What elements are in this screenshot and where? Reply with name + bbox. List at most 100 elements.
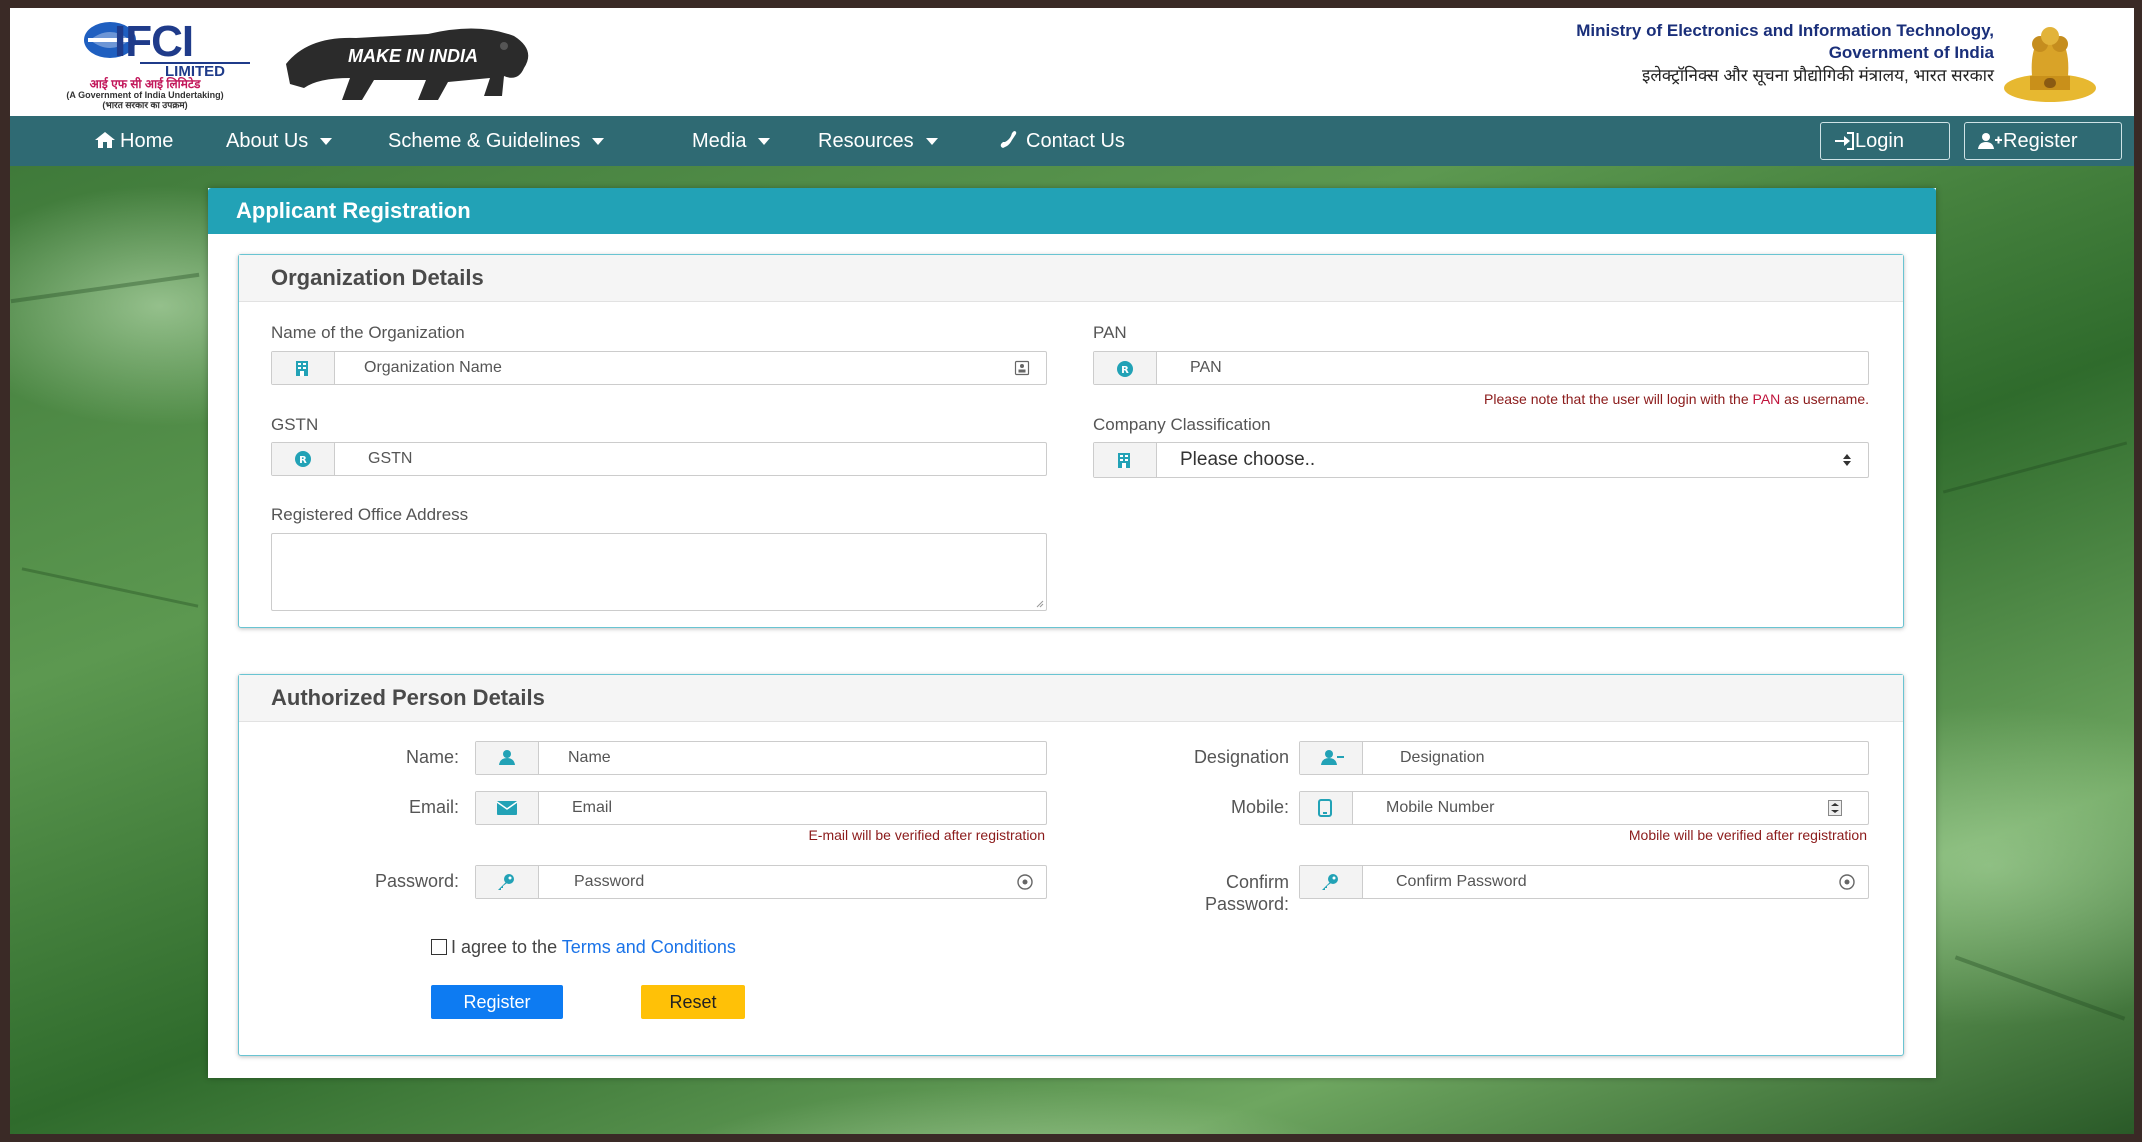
register-nav-label: Register — [2003, 130, 2078, 152]
ifci-hindi-undertaking: (भारत सरकार का उपक्रम) — [102, 100, 188, 110]
name-label: Name: — [405, 747, 459, 767]
terms-checkbox[interactable] — [431, 939, 447, 955]
user-minus-icon — [1321, 750, 1344, 765]
pan-note-pre: Please note that the user will login wit… — [1484, 391, 1753, 407]
login-icon — [1835, 132, 1854, 150]
name-placeholder: Name — [568, 749, 611, 766]
envelope-icon — [497, 801, 517, 815]
pan-label: PAN — [1093, 323, 1127, 342]
select-arrows-icon — [1843, 454, 1851, 466]
pan-username-note: Please note that the user will login wit… — [1484, 391, 1869, 407]
pan-placeholder: PAN — [1190, 359, 1222, 376]
classification-addon — [1094, 443, 1157, 477]
email-label: Email: — [408, 797, 459, 817]
building-icon — [1118, 453, 1130, 468]
key-icon — [498, 874, 514, 890]
register-button[interactable]: Register — [431, 985, 563, 1019]
user-plus-icon — [1978, 133, 2002, 149]
contact-card-icon — [1014, 360, 1030, 376]
pan-addon: R — [1094, 352, 1157, 384]
designation-label: Designation — [1193, 747, 1289, 767]
nav-contact-us[interactable]: Contact Us — [998, 116, 1125, 166]
terms-prefix: I agree to the — [451, 937, 562, 957]
password-reveal-icon[interactable] — [1016, 873, 1034, 891]
ifci-wordmark: IFCI — [114, 17, 194, 66]
card-header: Applicant Registration — [208, 188, 1936, 234]
person-panel-title: Authorized Person Details — [271, 685, 545, 710]
user-icon — [499, 750, 515, 765]
email-field[interactable]: Email — [475, 791, 1047, 825]
nav-about-us[interactable]: About Us — [226, 116, 333, 166]
nav-resources-label: Resources — [818, 130, 914, 152]
password-reveal-icon[interactable] — [1838, 873, 1856, 891]
chevron-down-icon — [592, 138, 605, 146]
chevron-down-icon — [320, 138, 333, 146]
confirm-password-addon — [1300, 866, 1363, 898]
nav-home-label: Home — [120, 130, 174, 152]
make-in-india-text: MAKE IN INDIA — [348, 46, 478, 66]
org-name-addon — [272, 352, 335, 384]
designation-placeholder: Designation — [1400, 749, 1485, 766]
svg-text:R: R — [299, 455, 307, 466]
make-in-india-logo[interactable]: MAKE IN INDIA — [278, 16, 548, 106]
organization-panel-title: Organization Details — [271, 265, 484, 290]
ifci-hindi-name: आई एफ सी आई लिमिटेड — [89, 77, 201, 91]
resize-handle-icon[interactable] — [1034, 598, 1044, 608]
company-classification-select[interactable]: Please choose.. — [1093, 442, 1869, 478]
organization-panel-header: Organization Details — [239, 255, 1903, 302]
authorized-person-panel: Authorized Person Details Name: Name Des… — [238, 674, 1904, 1056]
reset-button[interactable]: Reset — [641, 985, 745, 1019]
name-field[interactable]: Name — [475, 741, 1047, 775]
mobile-addon — [1300, 792, 1353, 824]
nav-resources[interactable]: Resources — [818, 116, 938, 166]
ministry-line-1: Ministry of Electronics and Information … — [1576, 21, 1994, 40]
chevron-down-icon — [925, 138, 938, 146]
register-nav-button[interactable]: Register — [1964, 122, 2122, 160]
confirm-password-label: Confirm Password: — [1099, 871, 1289, 915]
address-textarea[interactable] — [271, 533, 1047, 611]
nav-scheme-guidelines[interactable]: Scheme & Guidelines — [388, 116, 605, 166]
confirm-password-field[interactable]: Confirm Password — [1299, 865, 1869, 899]
nav-home[interactable]: Home — [94, 116, 173, 166]
registration-card: Applicant Registration Organization Deta… — [208, 188, 1936, 1078]
designation-addon — [1300, 742, 1363, 774]
gstn-addon: R — [272, 443, 335, 475]
confirm-label-line-2: Password: — [1204, 894, 1289, 914]
gstn-placeholder: GSTN — [368, 450, 413, 467]
mobile-label: Mobile: — [1230, 797, 1289, 817]
ministry-block: Ministry of Electronics and Information … — [1576, 20, 1994, 88]
key-icon — [1322, 874, 1338, 890]
login-button[interactable]: Login — [1820, 122, 1950, 160]
main-nav: Home About Us Scheme & Guidelines Media … — [10, 116, 2134, 166]
pan-field[interactable]: R PAN — [1093, 351, 1869, 385]
pan-note-key: PAN — [1752, 391, 1781, 407]
org-name-field[interactable]: Organization Name — [271, 351, 1047, 385]
nav-media[interactable]: Media — [692, 116, 771, 166]
mobile-placeholder: Mobile Number — [1386, 799, 1495, 816]
nav-scheme-label: Scheme & Guidelines — [388, 130, 581, 152]
chevron-down-icon — [758, 138, 771, 146]
registered-icon: R — [1117, 361, 1133, 377]
org-name-placeholder: Organization Name — [364, 359, 502, 376]
terms-link[interactable]: Terms and Conditions — [562, 937, 736, 957]
nav-about-label: About Us — [226, 130, 309, 152]
org-name-label: Name of the Organization — [271, 323, 465, 342]
person-panel-header: Authorized Person Details — [239, 675, 1903, 722]
nav-media-label: Media — [692, 130, 747, 152]
gstn-field[interactable]: R GSTN — [271, 442, 1047, 476]
mobile-field[interactable]: Mobile Number — [1299, 791, 1869, 825]
confirm-password-placeholder: Confirm Password — [1396, 873, 1527, 890]
address-label: Registered Office Address — [271, 505, 469, 524]
mobile-verify-note: Mobile will be verified after registrati… — [1628, 827, 1867, 843]
password-field[interactable]: Password — [475, 865, 1047, 899]
number-spinner-icon[interactable] — [1828, 800, 1842, 816]
gstn-label: GSTN — [271, 415, 319, 434]
site-header: IFCI LIMITED आई एफ सी आई लिमिटेड (A Gove… — [10, 8, 2134, 116]
name-addon — [476, 742, 539, 774]
page-frame: IFCI LIMITED आई एफ सी आई लिमिटेड (A Gove… — [10, 8, 2134, 1134]
ifci-logo[interactable]: IFCI LIMITED आई एफ सी आई लिमिटेड (A Gove… — [30, 17, 260, 110]
password-addon — [476, 866, 539, 898]
svg-text:R: R — [1121, 365, 1129, 376]
designation-field[interactable]: Designation — [1299, 741, 1869, 775]
confirm-label-line-1: Confirm — [1225, 872, 1289, 892]
